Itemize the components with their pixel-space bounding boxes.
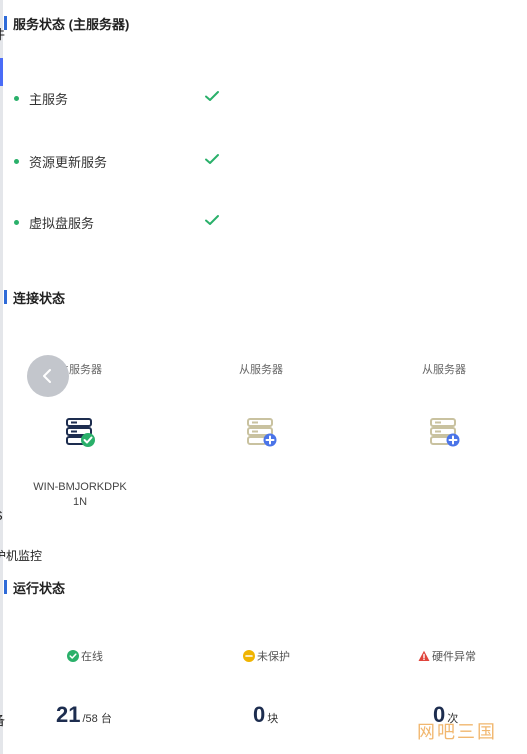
online-count-suffix: /58 台 (82, 713, 112, 725)
check-icon (205, 215, 219, 225)
chevron-left-icon (43, 369, 51, 383)
run-status-header: 运行状态 (4, 578, 65, 596)
section-marker (4, 16, 7, 30)
edge-text-fragment: S (0, 508, 3, 523)
edge-monitor-fragment[interactable]: 护机监控 (0, 547, 42, 564)
status-label: 在线 (81, 651, 103, 663)
section-title: 运行状态 (13, 580, 66, 596)
server-name-line: WIN-BMJORKDPK (33, 481, 127, 493)
server-role-label: 从服务器 (239, 364, 283, 376)
unprotected-status: 未保护 (243, 648, 290, 664)
online-status: 在线 (67, 648, 103, 664)
server-name-line: 1N (72, 496, 88, 508)
section-title: 连接状态 (13, 290, 66, 306)
check-icon (205, 91, 219, 101)
server-role-label: 从服务器 (422, 364, 466, 376)
left-border (0, 0, 3, 754)
carousel-prev-button[interactable] (27, 355, 69, 397)
server-add-icon[interactable] (245, 416, 277, 448)
service-label: 资源更新服务 (29, 154, 108, 170)
status-dot (14, 95, 19, 101)
status-label: 未保护 (257, 651, 290, 663)
warning-icon (418, 650, 430, 661)
server-connected-icon[interactable] (64, 416, 96, 448)
service-label: 主服务 (29, 91, 69, 107)
online-count-value: 21 (56, 702, 81, 727)
connection-status-header: 连接状态 (4, 288, 65, 306)
unprotected-count-suffix: 块 (267, 713, 279, 725)
online-count[interactable]: 21 /58 台 (56, 702, 112, 728)
edge-text-fragment: 备 (0, 710, 5, 729)
service-label: 虚拟盘服务 (29, 215, 95, 231)
service-item: 虚拟盘服务 (14, 212, 234, 232)
left-border-accent (0, 58, 3, 86)
watermark-logo: 网吧三国 (417, 722, 497, 742)
unprotected-count-value: 0 (253, 702, 266, 727)
minus-circle-icon (243, 650, 255, 662)
status-dot (14, 219, 19, 225)
section-marker (4, 290, 7, 304)
section-marker (4, 580, 7, 594)
status-label: 硬件异常 (432, 651, 476, 663)
server-add-icon[interactable] (428, 416, 460, 448)
service-item: 资源更新服务 (14, 151, 234, 171)
unprotected-count[interactable]: 0 块 (253, 702, 278, 728)
status-dot (14, 158, 19, 164)
section-title: 服务状态 (主服务器) (13, 16, 130, 32)
service-item: 主服务 (14, 88, 234, 108)
check-icon (205, 154, 219, 164)
hardware-status: 硬件异常 (418, 648, 476, 664)
server-name: WIN-BMJORKDPK 1N (20, 480, 140, 510)
service-status-header: 服务状态 (主服务器) (4, 14, 129, 32)
check-circle-icon (67, 650, 79, 662)
